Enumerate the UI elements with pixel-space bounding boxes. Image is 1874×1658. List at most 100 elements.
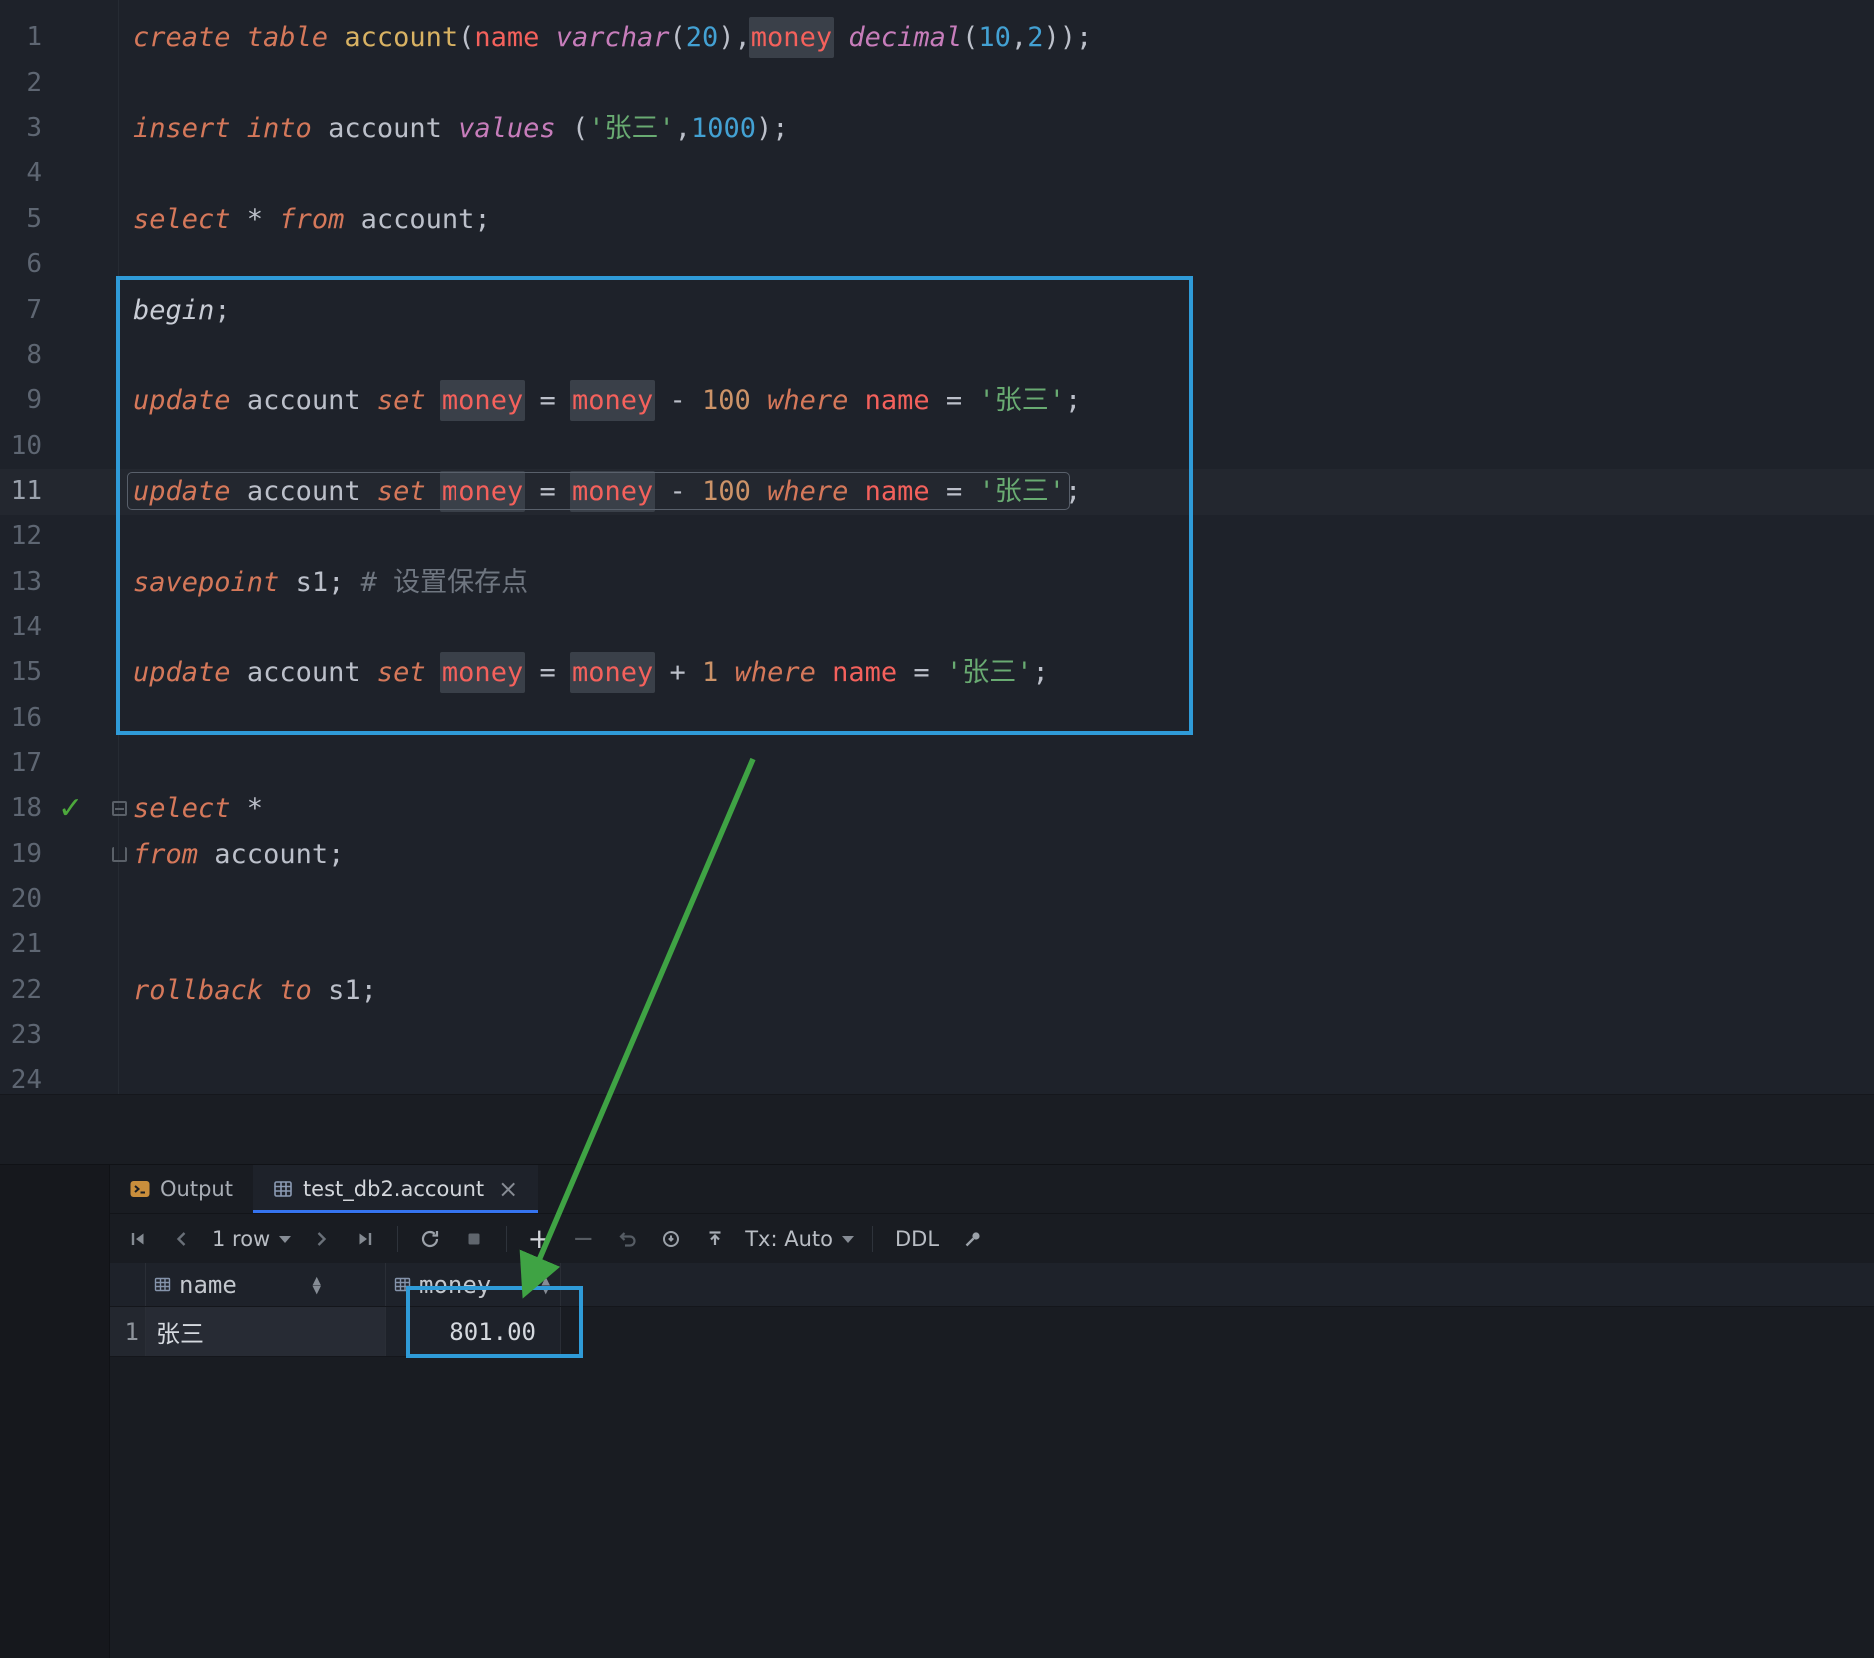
- line-number: 14: [10, 611, 42, 642]
- sql-editor[interactable]: 1 2 3 4 5 6 7 8 9 10 11 12 13 14 15 16 17 18 19 20 21 22 23 24 …: [0, 0, 1874, 1094]
- code-token: =: [929, 385, 979, 417]
- cell-money[interactable]: 801.00: [386, 1307, 561, 1356]
- bottom-tool-window: Output test_db2.account × 1 row + − Tx: …: [0, 1164, 1874, 1658]
- code-token: name: [474, 22, 540, 54]
- code-token: select: [133, 793, 231, 825]
- tab-output[interactable]: Output: [110, 1165, 253, 1213]
- code-line-1[interactable]: create table account(name varchar(20),mo…: [133, 15, 1092, 60]
- grid-corner-cell[interactable]: [110, 1263, 146, 1306]
- code-token: 2: [1027, 22, 1044, 54]
- code-token: update: [133, 657, 231, 689]
- toolbar-separator: [506, 1226, 508, 1252]
- code-token: =: [929, 475, 979, 507]
- page-size-dropdown[interactable]: 1 row: [208, 1227, 295, 1251]
- output-console-icon: [130, 1181, 150, 1197]
- code-area[interactable]: create table account(name varchar(20),mo…: [133, 0, 1874, 1094]
- pin-button[interactable]: [955, 1221, 991, 1257]
- submit-button[interactable]: [653, 1221, 689, 1257]
- column-header-money[interactable]: money ▲ ▼: [386, 1263, 561, 1306]
- delete-row-button[interactable]: −: [565, 1221, 601, 1257]
- line-number: 16: [10, 702, 42, 733]
- column-header-name[interactable]: name ▲ ▼: [146, 1263, 386, 1306]
- line-number: 9: [26, 385, 42, 416]
- code-line-5[interactable]: select * from account;: [133, 197, 491, 242]
- stop-button[interactable]: [456, 1221, 492, 1257]
- code-line-7[interactable]: begin;: [133, 288, 231, 333]
- code-token: account;: [360, 203, 491, 235]
- code-token: varchar: [555, 22, 670, 54]
- sort-icon[interactable]: ▲ ▼: [542, 1275, 550, 1295]
- code-token: );: [756, 113, 789, 145]
- datagrip-window: 1 2 3 4 5 6 7 8 9 10 11 12 13 14 15 16 17 18 19 20 21 22 23 24 …: [0, 0, 1874, 1658]
- row-number[interactable]: 1: [110, 1307, 146, 1356]
- code-token: name: [832, 657, 898, 689]
- code-line-9[interactable]: update account set money = money - 100 w…: [133, 378, 1081, 423]
- first-page-button[interactable]: [120, 1221, 156, 1257]
- editor-panel-divider[interactable]: [0, 1094, 1874, 1164]
- code-token: '张三': [945, 657, 1033, 689]
- line-number: 5: [26, 203, 42, 234]
- code-token: set: [376, 475, 426, 507]
- result-grid: name ▲ ▼ money ▲ ▼ 1 张三 801.00: [110, 1263, 1874, 1658]
- line-number: 4: [26, 158, 42, 189]
- tx-mode-label: Tx: Auto: [745, 1227, 833, 1251]
- ddl-button[interactable]: DDL: [887, 1227, 947, 1251]
- code-token: 1: [702, 657, 719, 689]
- code-token: select: [133, 203, 231, 235]
- tab-label: test_db2.account: [302, 1177, 485, 1201]
- refresh-icon: [422, 1230, 439, 1248]
- code-token: where: [767, 475, 849, 507]
- first-page-icon: [131, 1233, 144, 1245]
- grid-header: name ▲ ▼ money ▲ ▼: [110, 1263, 1874, 1307]
- previous-page-button[interactable]: [164, 1221, 200, 1257]
- tool-window-stripe: [0, 1165, 110, 1658]
- code-token: insert into: [133, 113, 312, 145]
- code-line-11[interactable]: update account set money = money - 100 w…: [133, 469, 1081, 514]
- line-number: 22: [10, 974, 42, 1005]
- code-line-22[interactable]: rollback to s1;: [133, 968, 377, 1013]
- tab-test-db2-account[interactable]: test_db2.account ×: [252, 1165, 539, 1213]
- code-token: 20: [685, 22, 719, 54]
- chevron-left-icon: [176, 1232, 186, 1246]
- line-number: 20: [10, 884, 42, 915]
- code-token: =: [523, 475, 572, 507]
- line-number: 6: [26, 249, 42, 280]
- close-icon[interactable]: ×: [498, 1177, 518, 1201]
- sort-icon[interactable]: ▲ ▼: [313, 1275, 321, 1295]
- code-line-19[interactable]: from account;: [133, 832, 344, 877]
- last-page-icon: [359, 1233, 372, 1245]
- add-row-button[interactable]: +: [521, 1221, 557, 1257]
- code-line-13[interactable]: savepoint s1; # 设置保存点: [133, 560, 528, 605]
- last-page-button[interactable]: [347, 1221, 383, 1257]
- line-number: 8: [26, 339, 42, 370]
- minus-icon: −: [572, 1224, 595, 1254]
- code-token: *: [230, 793, 264, 825]
- chevron-down-icon: [842, 1235, 854, 1243]
- code-token: -: [653, 385, 703, 417]
- code-line-18[interactable]: select *: [133, 786, 263, 831]
- code-token: savepoint: [133, 566, 280, 598]
- text-caret: [456, 472, 460, 507]
- code-token: account: [246, 475, 361, 507]
- upload-button[interactable]: [697, 1221, 733, 1257]
- code-token: set: [376, 657, 426, 689]
- next-page-button[interactable]: [303, 1221, 339, 1257]
- cell-name[interactable]: 张三: [146, 1307, 386, 1356]
- code-line-3[interactable]: insert into account values ('张三',1000);: [133, 106, 789, 151]
- column-label: money: [419, 1270, 492, 1299]
- revert-button[interactable]: [609, 1221, 645, 1257]
- code-line-15[interactable]: update account set money = money + 1 whe…: [133, 650, 1049, 695]
- tx-mode-dropdown[interactable]: Tx: Auto: [741, 1227, 858, 1251]
- code-token: money: [569, 652, 656, 694]
- reload-button[interactable]: [412, 1221, 448, 1257]
- current-statement-outline: update account set money = money - 100 w…: [133, 470, 1065, 512]
- table-row: 1 张三 801.00: [110, 1307, 561, 1357]
